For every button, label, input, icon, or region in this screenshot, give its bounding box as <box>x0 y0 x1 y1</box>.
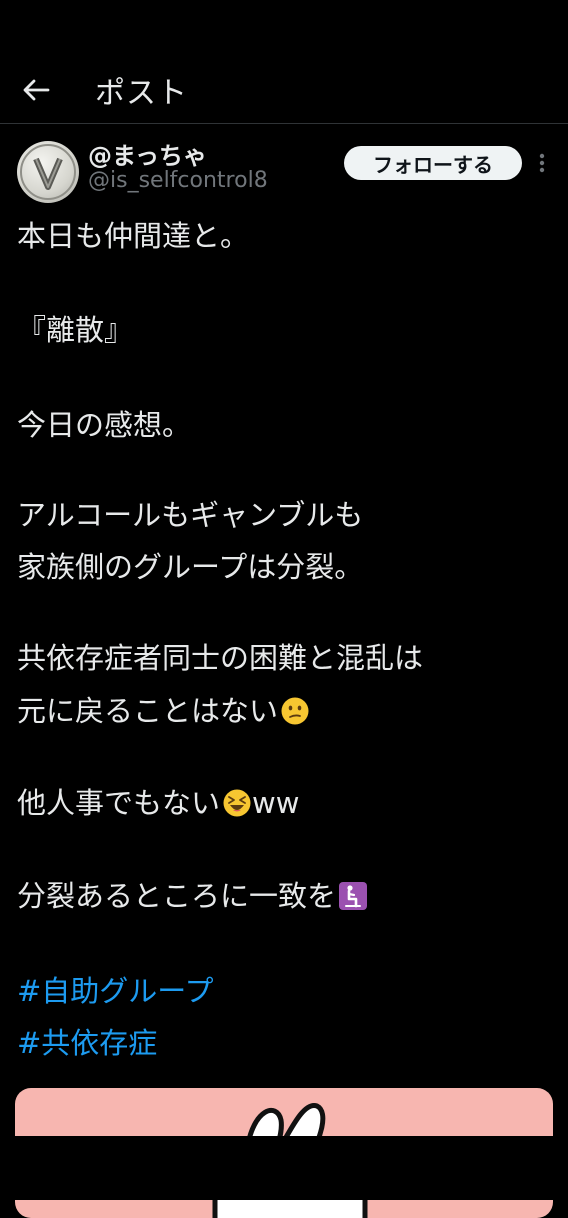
post-text-line: 今日の感想。 <box>17 408 192 442</box>
grinning-squinting-face-emoji <box>222 788 252 826</box>
follow-button[interactable]: フォローする <box>344 146 522 180</box>
post-text-line: アルコールもギャンブルも <box>17 498 364 532</box>
post-text-line: 本日も仲間達と。 <box>17 219 250 253</box>
top-header: ポスト <box>0 0 568 124</box>
post-text-line-with-emoji: 分裂あるところに一致を <box>17 878 368 919</box>
post-text-line: 『離散』 <box>17 313 134 347</box>
arrow-left-icon <box>23 79 50 101</box>
post-text-line: 家族側のグループは分裂。 <box>17 550 364 584</box>
display-name[interactable]: @まっちゃ <box>88 136 207 171</box>
confused-face-emoji <box>280 696 310 734</box>
post-text-segment: ww <box>252 786 300 820</box>
post-text-segment: 分裂あるところに一致を <box>17 879 337 913</box>
post-text-line-with-emoji: 元に戻ることはない <box>17 693 310 734</box>
post-text-line: 共依存症者同士の困難と混乱は <box>17 641 424 675</box>
bottom-system-area <box>0 1136 568 1200</box>
more-options-button[interactable] <box>532 146 552 180</box>
post-author-row: @まっちゃ @is_selfcontrol8 フォローする <box>0 124 568 204</box>
user-handle[interactable]: @is_selfcontrol8 <box>88 168 268 193</box>
hashtag-link[interactable]: #共依存症 <box>17 1025 157 1061</box>
avatar[interactable] <box>17 141 79 203</box>
post-text-line-with-emoji: 他人事でもない ww <box>17 785 299 826</box>
post-text-segment: 他人事でもない <box>17 786 221 820</box>
post-text-segment: 元に戻ることはない <box>17 694 279 728</box>
more-vertical-icon <box>539 153 545 173</box>
person-kneeling-emoji <box>338 881 368 919</box>
hashtag-link[interactable]: #自助グループ <box>17 973 214 1009</box>
back-button[interactable] <box>14 70 58 110</box>
page-title: ポスト <box>95 76 188 111</box>
v-coin-icon <box>20 144 76 200</box>
